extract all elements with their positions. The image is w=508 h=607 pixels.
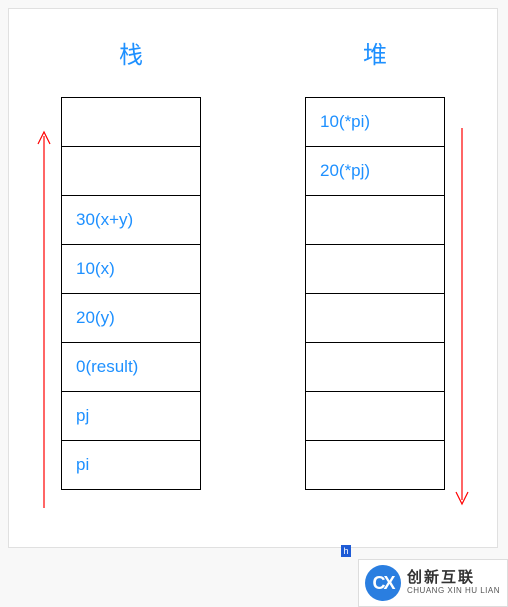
stack-cell — [61, 97, 201, 147]
heap-cell — [305, 342, 445, 392]
heap-cell — [305, 244, 445, 294]
stack-title: 栈 — [119, 35, 143, 70]
heap-cells: 10(*pi) 20(*pj) — [305, 98, 445, 490]
brand-text: 创新互联 CHUANG XIN HU LIAN — [407, 570, 500, 595]
diagram-page: 栈 30(x+y) 10(x) 20(y) 0(result) pj pi — [8, 8, 498, 548]
stack-cell: pj — [61, 391, 201, 441]
stack-column: 栈 30(x+y) 10(x) 20(y) 0(result) pj pi — [61, 35, 201, 490]
heap-cell — [305, 440, 445, 490]
stack-cell: 30(x+y) — [61, 195, 201, 245]
stack-cell: 10(x) — [61, 244, 201, 294]
heap-cell: 20(*pj) — [305, 146, 445, 196]
heap-arrow-down-icon — [453, 128, 471, 508]
heap-column: 堆 10(*pi) 20(*pj) — [305, 35, 445, 490]
brand-logo-icon: CX — [365, 565, 401, 601]
stack-cell: 20(y) — [61, 293, 201, 343]
brand-badge: CX 创新互联 CHUANG XIN HU LIAN — [358, 559, 508, 607]
columns: 栈 30(x+y) 10(x) 20(y) 0(result) pj pi — [9, 9, 497, 490]
stack-cell: 0(result) — [61, 342, 201, 392]
stack-cells: 30(x+y) 10(x) 20(y) 0(result) pj pi — [61, 98, 201, 490]
heap-cell: 10(*pi) — [305, 97, 445, 147]
heap-cell — [305, 293, 445, 343]
heap-cell — [305, 195, 445, 245]
brand-name-en: CHUANG XIN HU LIAN — [407, 587, 500, 596]
heap-cell — [305, 391, 445, 441]
brand-name-cn: 创新互联 — [407, 570, 500, 587]
stack-cell: pi — [61, 440, 201, 490]
stack-arrow-up-icon — [35, 128, 53, 508]
marker-icon: h — [341, 545, 351, 557]
stack-cell — [61, 146, 201, 196]
heap-title: 堆 — [363, 35, 387, 70]
